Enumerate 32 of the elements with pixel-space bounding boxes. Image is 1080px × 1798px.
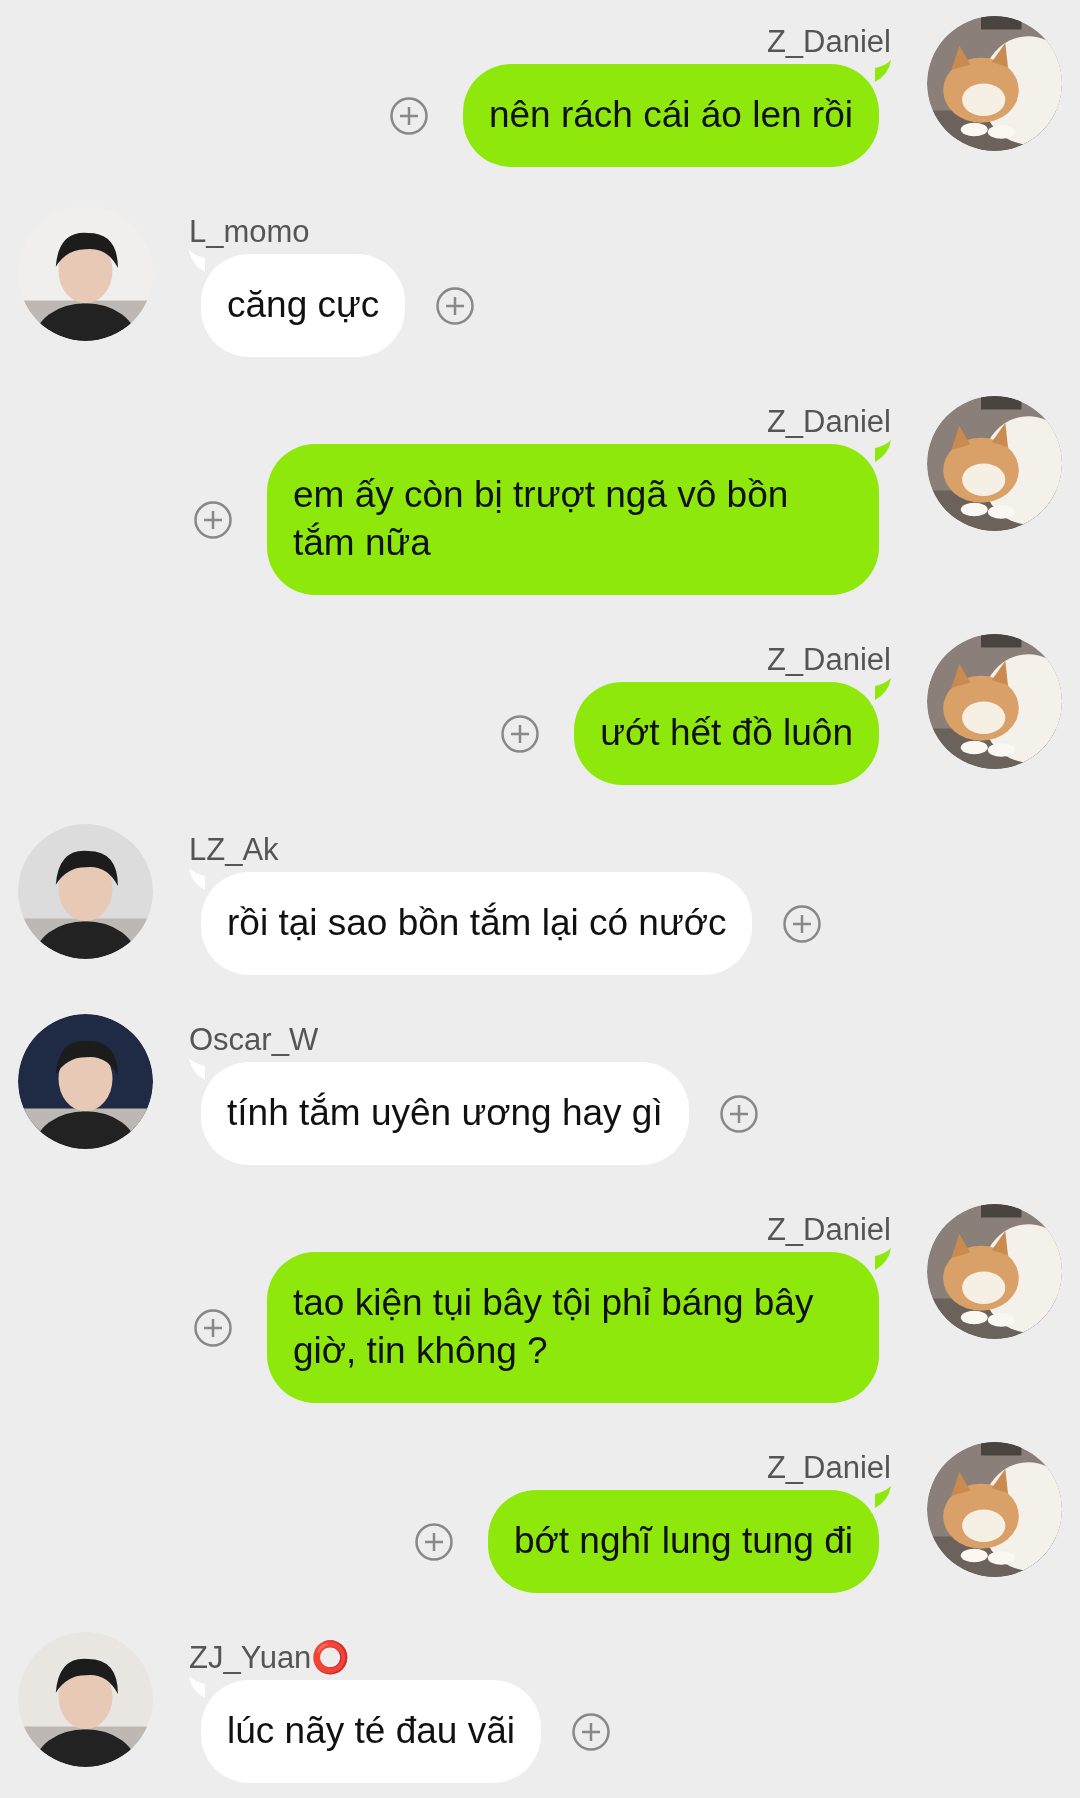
sender-name: Z_Daniel (766, 1450, 891, 1486)
add-icon[interactable] (388, 95, 429, 136)
sender-name: Oscar_W (189, 1022, 319, 1058)
sender-name: L_momo (189, 214, 310, 250)
message-bubble: lúc nãy té đau vãi (201, 1680, 541, 1783)
add-icon[interactable] (193, 1307, 233, 1348)
message-bubble: bớt nghĩ lung tung đi (487, 1490, 879, 1593)
message-bubble: em ấy còn bị trượt ngã vô bồn tắm nữa (267, 444, 879, 595)
sender-name: Z_Daniel (766, 24, 891, 60)
message-bubble: nên rách cái áo len rồi (462, 64, 879, 167)
sender-name: Z_Daniel (766, 404, 891, 440)
add-icon[interactable] (435, 285, 476, 326)
add-icon[interactable] (570, 1711, 611, 1752)
bubble-tail (875, 1486, 891, 1508)
bubble-tail (875, 60, 891, 82)
message-bubble: tính tắm uyên ương hay gì (201, 1062, 689, 1165)
message-bubble: rồi tại sao bồn tắm lại có nước (201, 872, 753, 975)
message-bubble: ướt hết đồ luôn (574, 682, 879, 785)
sender-name: ZJ_Yuan⭕ (189, 1640, 351, 1676)
sender-name: Z_Daniel (766, 1212, 891, 1248)
bubble-tail (875, 1248, 891, 1270)
sender-name: LZ_Ak (189, 832, 279, 868)
add-icon[interactable] (782, 903, 823, 944)
message-bubble: căng cực (201, 254, 406, 357)
add-icon[interactable] (413, 1521, 454, 1562)
add-icon[interactable] (718, 1093, 759, 1134)
add-icon[interactable] (193, 499, 233, 540)
message-bubble: tao kiện tụi bây tội phỉ báng bây giờ, tin không ? (267, 1252, 879, 1403)
add-icon[interactable] (500, 713, 541, 754)
bubble-tail (875, 440, 891, 462)
sender-name: Z_Daniel (766, 642, 891, 678)
bubble-tail (875, 678, 891, 700)
